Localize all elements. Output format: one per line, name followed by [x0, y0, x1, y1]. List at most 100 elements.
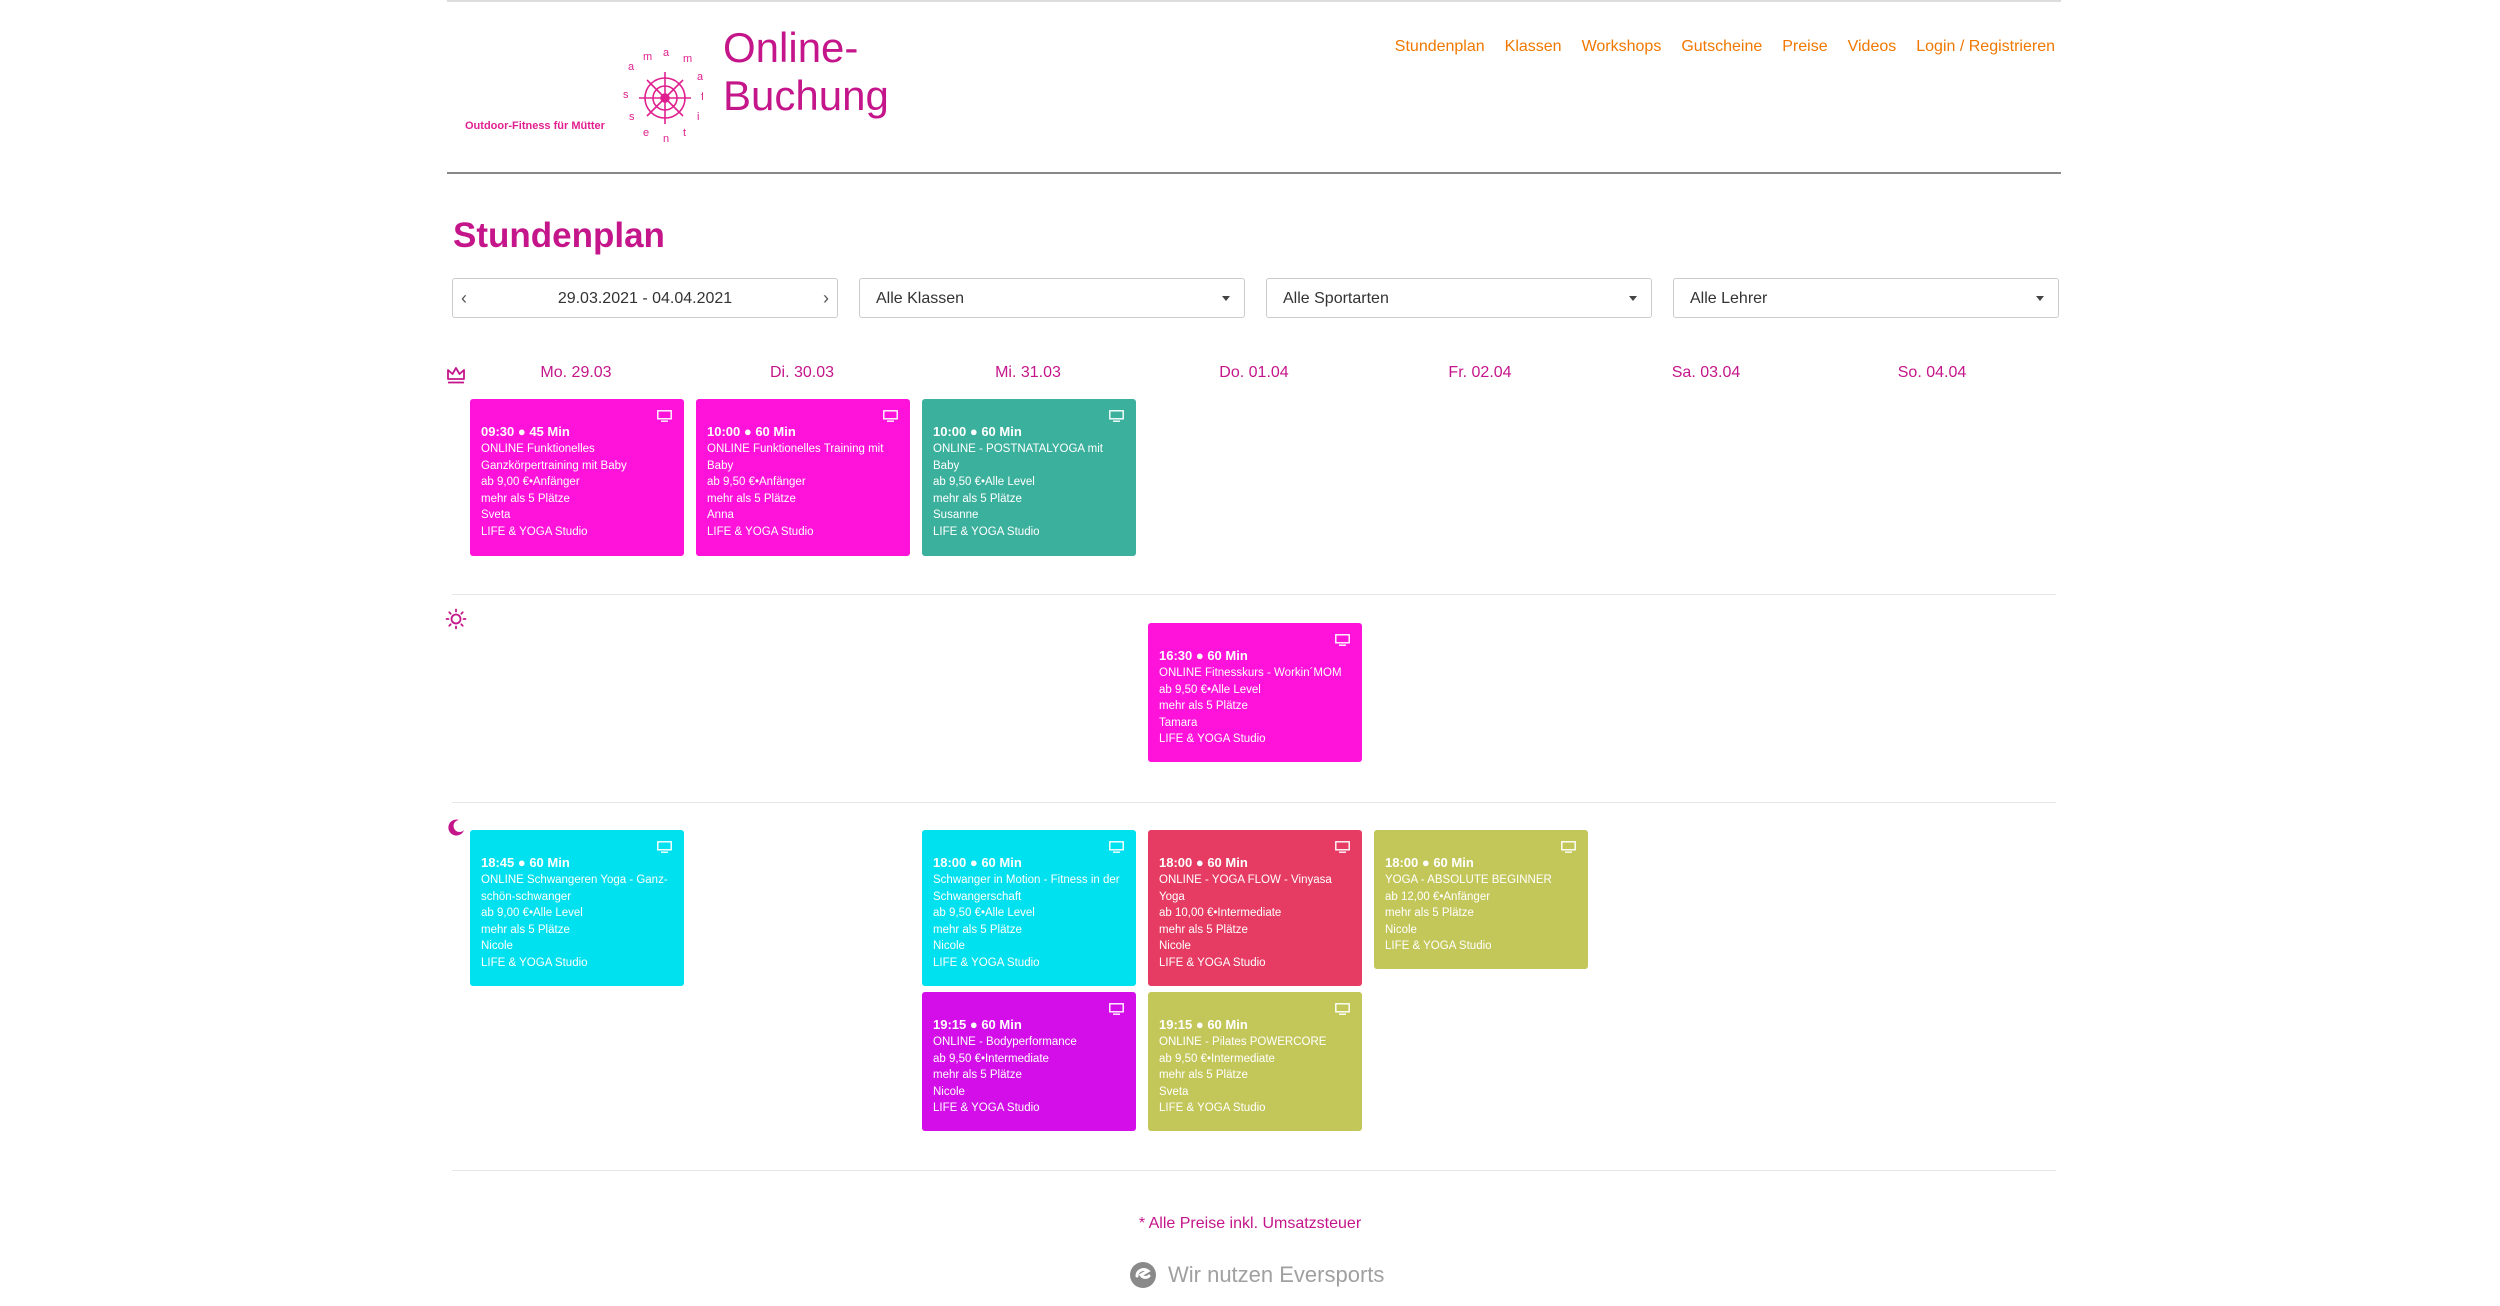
class-teacher: Susanne [933, 509, 979, 521]
class-card[interactable]: 16:30 ● 60 Min ONLINE Fitnesskurs - Work… [1148, 623, 1362, 762]
class-time: 18:00 ● 60 Min [933, 855, 1022, 870]
class-teacher: Sveta [481, 509, 511, 521]
day-header-wed: Mi. 31.03 [995, 364, 1061, 381]
class-card[interactable]: 19:15 ● 60 Min ONLINE - Bodyperformance … [922, 992, 1136, 1131]
nav-workshops[interactable]: Workshops [1582, 38, 1662, 56]
teachers-select[interactable]: Alle Lehrer [1673, 278, 2059, 318]
monitor-icon [1109, 841, 1124, 853]
class-location: LIFE & YOGA Studio [933, 525, 1040, 538]
svg-text:e: e [643, 127, 649, 139]
class-name: Schwanger in Motion - Fitness in der Sch… [933, 874, 1120, 903]
week-selector[interactable]: ‹ 29.03.2021 - 04.04.2021 › [452, 278, 838, 318]
monitor-icon [1335, 841, 1350, 853]
class-teacher: Nicole [481, 940, 513, 952]
powered-by-eversports[interactable]: Wir nutzen Eversports [1128, 1260, 1384, 1290]
svg-text:t: t [683, 127, 686, 139]
class-spots: mehr als 5 Plätze [933, 923, 1022, 936]
day-header-sat: Sa. 03.04 [1671, 364, 1741, 381]
class-spots: mehr als 5 Plätze [481, 492, 570, 505]
class-location: LIFE & YOGA Studio [1159, 733, 1266, 745]
brand-title-line2: Buchung [723, 72, 889, 119]
class-location: LIFE & YOGA Studio [1159, 956, 1266, 969]
chevron-down-icon [1222, 296, 1230, 301]
next-week-button[interactable]: › [823, 288, 829, 309]
sun-icon [445, 608, 467, 630]
class-card[interactable]: 18:00 ● 60 Min YOGA - ABSOLUTE BEGINNER … [1374, 830, 1588, 969]
monitor-icon [657, 410, 672, 422]
class-card[interactable]: 10:00 ● 60 Min ONLINE Funktionelles Trai… [696, 399, 910, 556]
class-location: LIFE & YOGA Studio [481, 956, 588, 969]
nav-login[interactable]: Login / Registrieren [1916, 38, 2055, 56]
class-card[interactable]: 09:30 ● 45 Min ONLINE Funktionelles Ganz… [470, 399, 684, 556]
class-spots: mehr als 5 Plätze [707, 492, 796, 505]
class-price: ab 9,50 €•Alle Level [1159, 683, 1261, 696]
class-spots: mehr als 5 Plätze [1385, 907, 1474, 919]
brand-logo[interactable]: am a maf itn ess [463, 40, 703, 150]
monitor-icon [1335, 634, 1350, 646]
class-time: 19:15 ● 60 Min [1159, 1017, 1248, 1032]
class-price: ab 9,00 €•Alle Level [481, 907, 583, 919]
class-time: 09:30 ● 45 Min [481, 424, 570, 439]
classes-select[interactable]: Alle Klassen [859, 278, 1245, 318]
price-footnote: * Alle Preise inkl. Umsatzsteuer [1138, 1215, 1362, 1232]
sports-select[interactable]: Alle Sportarten [1266, 278, 1652, 318]
header: ama maf itn ess Outdoor-Fitness für Mütt… [447, 2, 2061, 174]
class-price: ab 9,00 €•Anfänger [481, 476, 580, 488]
class-price: ab 9,50 €•Alle Level [933, 907, 1035, 919]
main-nav: Stundenplan Klassen Workshops Gutscheine… [1395, 38, 2055, 56]
class-location: LIFE & YOGA Studio [933, 956, 1040, 969]
class-spots: mehr als 5 Plätze [933, 492, 1022, 505]
class-name: ONLINE Funktionelles Training mit Baby [707, 443, 884, 472]
week-range: 29.03.2021 - 04.04.2021 [557, 290, 733, 307]
class-time: 10:00 ● 60 Min [933, 424, 1022, 439]
day-header-tue: Di. 30.03 [769, 364, 835, 381]
class-card[interactable]: 18:45 ● 60 Min ONLINE Schwangeren Yoga -… [470, 830, 684, 986]
class-card[interactable]: 18:00 ● 60 Min Schwanger in Motion - Fit… [922, 830, 1136, 986]
class-card[interactable]: 19:15 ● 60 Min ONLINE - Pilates POWERCOR… [1148, 992, 1362, 1131]
class-name: ONLINE - YOGA FLOW - Vinyasa Yoga [1159, 874, 1332, 903]
logo-caption: Outdoor-Fitness für Mütter [465, 120, 605, 132]
class-price: ab 9,50 €•Anfänger [707, 476, 806, 488]
class-price: ab 9,50 €•Intermediate [933, 1052, 1049, 1065]
class-card[interactable]: 10:00 ● 60 Min ONLINE - POSTNATALYOGA mi… [922, 399, 1136, 556]
nav-preise[interactable]: Preise [1782, 38, 1827, 56]
nav-stundenplan[interactable]: Stundenplan [1395, 38, 1485, 56]
classes-select-value: Alle Klassen [876, 290, 965, 307]
svg-text:s: s [629, 111, 635, 123]
chevron-down-icon [1629, 296, 1637, 301]
class-teacher: Nicole [933, 940, 965, 952]
class-time: 18:00 ● 60 Min [1385, 855, 1474, 870]
class-teacher: Nicole [933, 1085, 965, 1098]
monitor-icon [883, 410, 898, 422]
class-price: ab 10,00 €•Intermediate [1159, 907, 1282, 919]
chevron-down-icon [2036, 296, 2044, 301]
svg-text:n: n [663, 133, 669, 145]
monitor-icon [657, 841, 672, 853]
class-spots: mehr als 5 Plätze [1159, 923, 1248, 936]
class-price: ab 12,00 €•Anfänger [1385, 890, 1491, 903]
class-teacher: Nicole [1159, 940, 1191, 952]
class-spots: mehr als 5 Plätze [1159, 700, 1248, 712]
monitor-icon [1335, 1003, 1350, 1015]
class-teacher: Nicole [1385, 923, 1417, 936]
moon-icon [448, 819, 464, 836]
section-divider [452, 1170, 2056, 1171]
class-card[interactable]: 18:00 ● 60 Min ONLINE - YOGA FLOW - Viny… [1148, 830, 1362, 986]
powered-by-label: Wir nutzen Eversports [1168, 1262, 1385, 1287]
nav-gutscheine[interactable]: Gutscheine [1681, 38, 1762, 56]
class-time: 10:00 ● 60 Min [707, 424, 796, 439]
class-name: ONLINE - POSTNATALYOGA mit Baby [933, 443, 1103, 472]
class-time: 18:45 ● 60 Min [481, 855, 570, 870]
svg-text:a: a [628, 61, 635, 73]
svg-text:i: i [697, 111, 699, 123]
class-teacher: Tamara [1159, 716, 1198, 729]
class-location: LIFE & YOGA Studio [707, 525, 814, 538]
nav-videos[interactable]: Videos [1848, 38, 1897, 56]
nav-klassen[interactable]: Klassen [1505, 38, 1562, 56]
crown-icon [447, 367, 465, 384]
class-spots: mehr als 5 Plätze [933, 1069, 1022, 1081]
teachers-select-value: Alle Lehrer [1690, 290, 1768, 307]
svg-text:a: a [663, 47, 670, 59]
class-time: 18:00 ● 60 Min [1159, 855, 1248, 870]
section-divider [452, 802, 2056, 803]
